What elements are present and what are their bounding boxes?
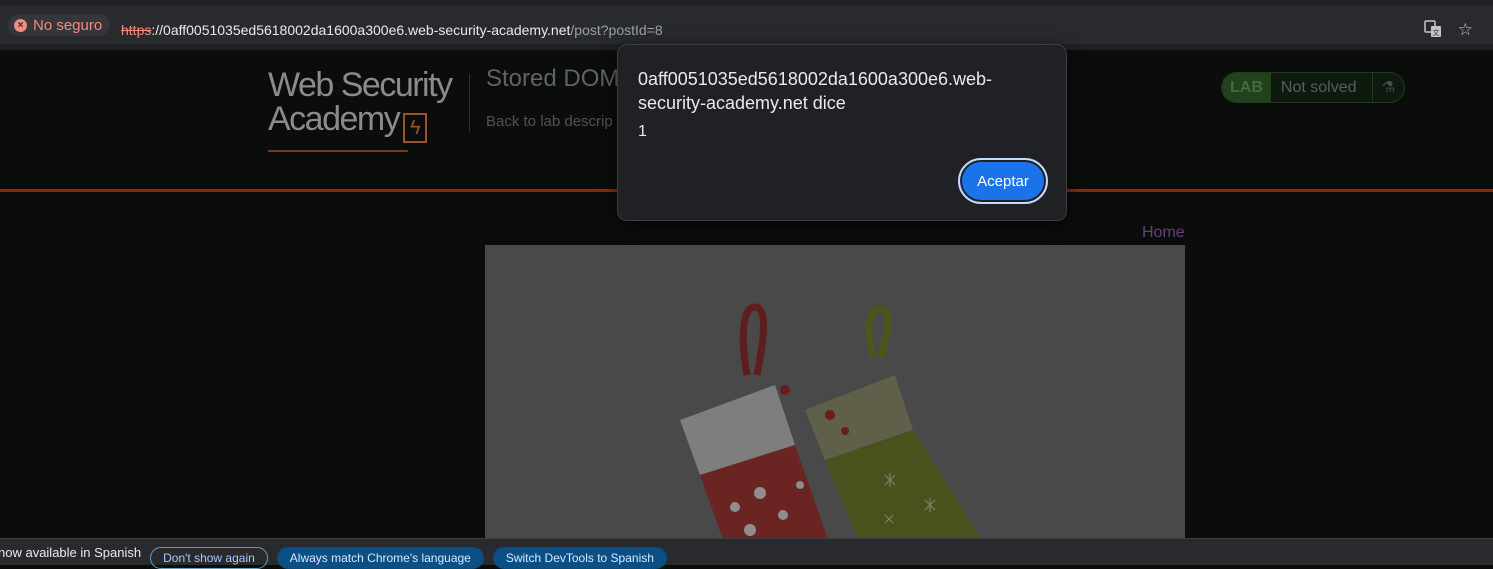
devtools-language-bar: now available in Spanish Don't show agai… <box>0 538 1493 569</box>
back-to-lab-link[interactable]: Back to lab descrip <box>486 113 613 130</box>
lightning-icon: ϟ <box>403 113 428 143</box>
lab-title: Stored DOM <box>486 65 620 92</box>
flask-icon: ⚗ <box>1372 73 1404 102</box>
star-icon[interactable]: ☆ <box>1458 20 1473 43</box>
url-path: /post?postId=8 <box>570 22 663 38</box>
accept-button[interactable]: Aceptar <box>958 158 1048 204</box>
post-image <box>485 245 1185 538</box>
dialog-message: 1 <box>638 123 647 140</box>
academy-logo[interactable]: Web Security Academy ϟ <box>268 66 468 152</box>
home-link[interactable]: Home <box>1142 224 1185 242</box>
switch-devtools-language-button[interactable]: Switch DevTools to Spanish <box>492 547 667 569</box>
omnibox[interactable]: × No seguro https://0aff0051035ed5618002… <box>0 6 1493 44</box>
devtools-language-message: now available in Spanish <box>0 544 142 560</box>
lab-status-text: Not solved <box>1280 78 1357 96</box>
lab-badge: LAB <box>1222 73 1271 102</box>
lab-status-widget: LAB Not solved ⚗ <box>1221 72 1405 103</box>
url-host: ://0aff0051035ed5618002da1600a300e6.web-… <box>151 22 571 38</box>
alert-dialog: 0aff0051035ed5618002da1600a300e6.web-sec… <box>617 44 1067 221</box>
dialog-title: 0aff0051035ed5618002da1600a300e6.web-sec… <box>638 69 993 113</box>
url-scheme: https <box>121 22 152 38</box>
security-label: No seguro <box>33 16 103 34</box>
header-divider <box>469 74 470 132</box>
translate-icon[interactable]: 文 <box>1424 20 1442 43</box>
logo-line1: Web Security <box>268 66 453 104</box>
svg-text:文: 文 <box>1432 28 1439 37</box>
security-chip[interactable]: × No seguro <box>8 14 111 36</box>
logo-underline <box>268 150 408 152</box>
logo-line2: Academy <box>268 100 401 138</box>
browser-toolbar: × No seguro https://0aff0051035ed5618002… <box>0 0 1493 50</box>
not-secure-icon: × <box>14 18 27 32</box>
dont-show-again-button[interactable]: Don't show again <box>150 547 268 569</box>
always-match-language-button[interactable]: Always match Chrome's language <box>276 547 484 569</box>
url-text[interactable]: https://0aff0051035ed5618002da1600a300e6… <box>121 22 663 38</box>
